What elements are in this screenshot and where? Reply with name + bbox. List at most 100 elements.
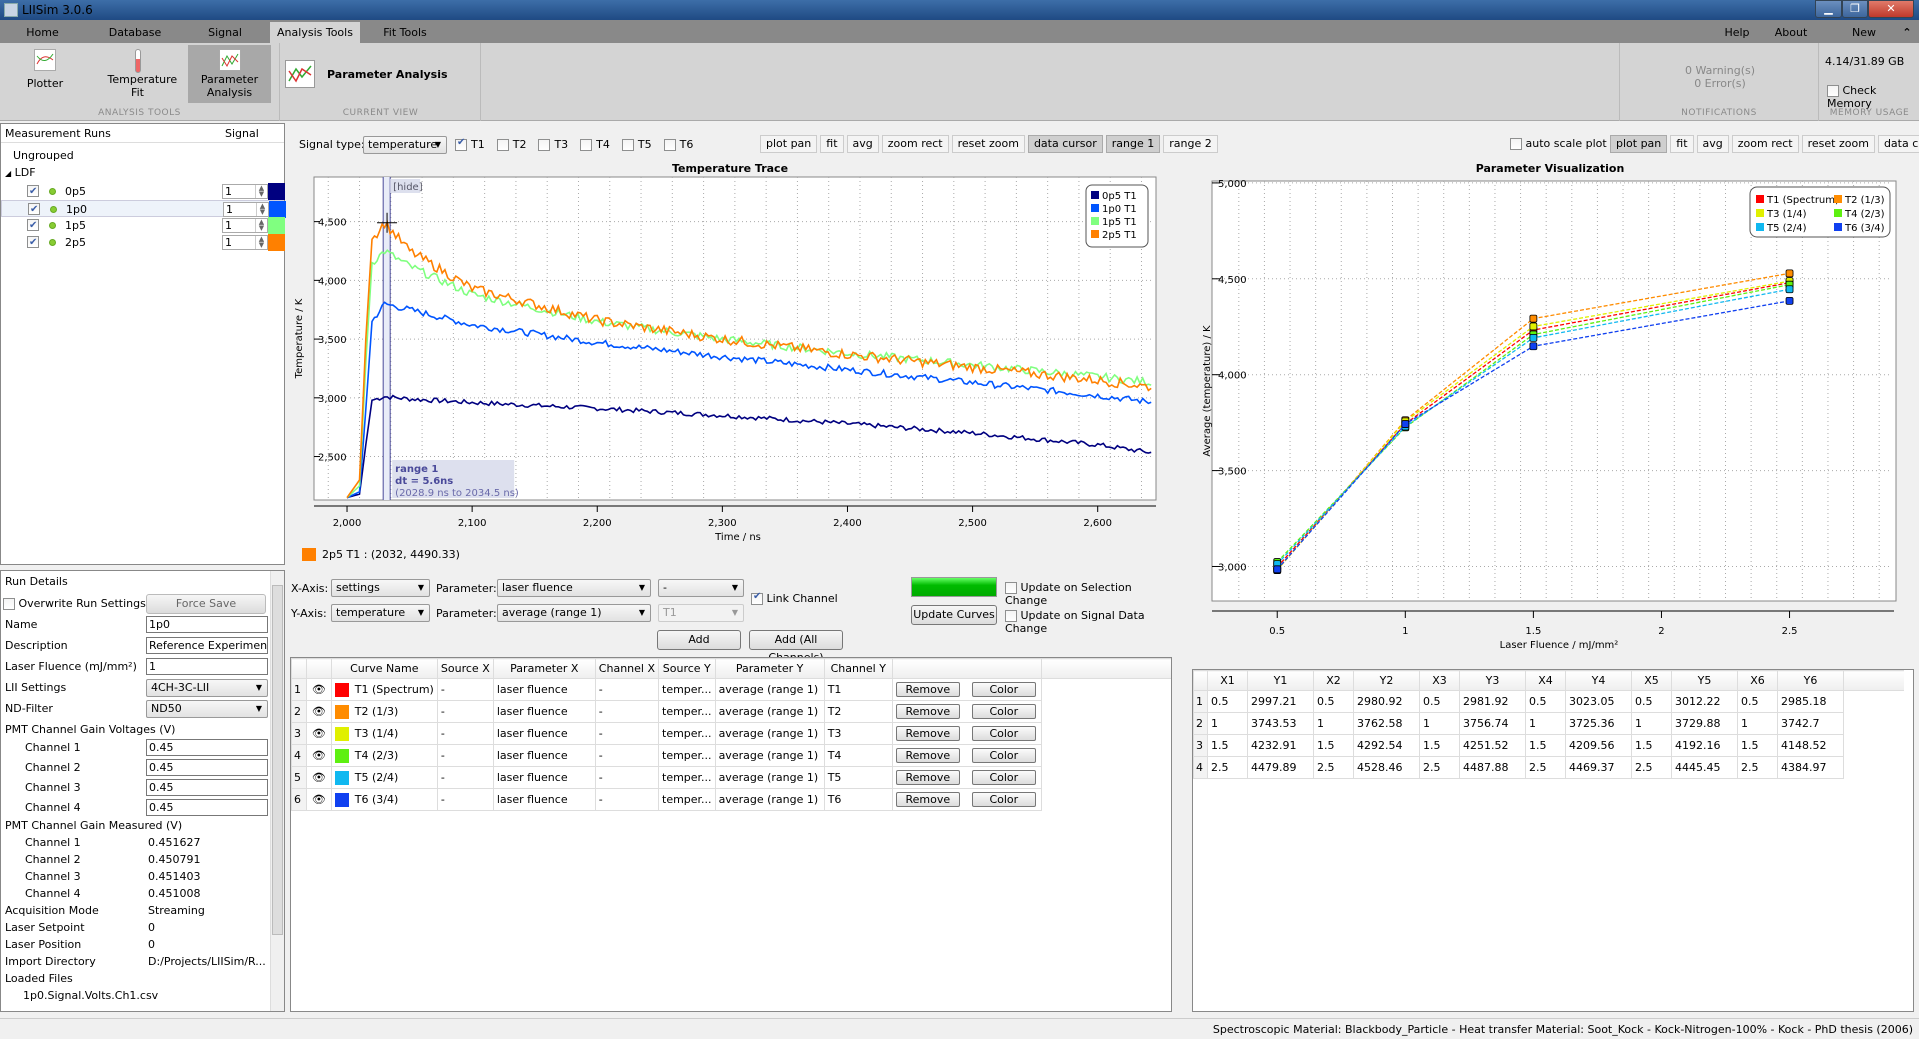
signal-spinbox[interactable]: 1 ▲ ▼ [222, 184, 268, 199]
tool-range-2-button[interactable]: range 2 [1163, 135, 1218, 153]
curve-row[interactable]: 5 👁 T5 (2/4) - laser fluence - temper... averag… [291, 766, 1171, 789]
curve-name-cell[interactable]: T2 (1/3) [330, 700, 438, 723]
data-cell[interactable]: 4445.45 [1671, 756, 1738, 779]
spin-arrows-icon[interactable]: ▲ ▼ [255, 219, 267, 232]
data-cell[interactable]: 4232.91 [1247, 734, 1314, 757]
check-memory-box[interactable] [1827, 85, 1839, 97]
data-cell[interactable]: 3729.88 [1671, 712, 1738, 735]
signal-spinbox[interactable]: 1 ▲ ▼ [222, 235, 268, 250]
cell-ch-y[interactable]: T2 [823, 700, 893, 723]
x-channel-select[interactable]: - [658, 579, 744, 597]
data-cell[interactable]: 0.5 [1737, 690, 1778, 713]
cell-ch-y[interactable]: T5 [823, 766, 893, 789]
tab-fit-tools[interactable]: Fit Tools [370, 22, 440, 43]
channel-checkbox-t2[interactable]: T2 [496, 138, 526, 151]
run-checkbox[interactable] [28, 201, 40, 218]
data-cell[interactable]: 4148.52 [1777, 734, 1844, 757]
cell-ch-y[interactable]: T1 [823, 678, 893, 701]
channel-checkbox-t4[interactable]: T4 [580, 138, 610, 151]
data-cell[interactable]: 1 [1631, 712, 1672, 735]
channel-checkbox-t1[interactable]: T1 [455, 137, 485, 151]
spin-arrows-icon[interactable]: ▲ ▼ [255, 185, 267, 198]
column-header[interactable]: Y4 [1565, 670, 1632, 691]
group-ldf[interactable]: ◢ LDF [5, 164, 36, 181]
cell-param-x[interactable]: laser fluence [492, 678, 596, 701]
signal-type-select[interactable]: temperature [363, 136, 447, 154]
run-row[interactable]: 1p5 1 ▲▼ [1, 217, 285, 234]
cell-param-y[interactable]: average (range 1) [714, 766, 825, 789]
about-link[interactable]: About LIISim [1758, 22, 1824, 60]
data-cell[interactable]: 4209.56 [1565, 734, 1632, 757]
plotter-button[interactable]: Plotter [10, 45, 80, 103]
curve-row[interactable]: 4 👁 T4 (2/3) - laser fluence - temper... averag… [291, 744, 1171, 767]
cell-ch-y[interactable]: T4 [823, 744, 893, 767]
data-cell[interactable]: 4292.54 [1353, 734, 1420, 757]
cell-ch-x[interactable]: - [594, 722, 660, 745]
run-checkbox[interactable] [27, 217, 39, 234]
tool-range-1-button[interactable]: range 1 [1105, 135, 1161, 153]
data-cell[interactable]: 3725.36 [1565, 712, 1632, 735]
data-cell[interactable]: 2.5 [1207, 756, 1248, 779]
column-header[interactable]: X3 [1419, 670, 1460, 691]
remove-button[interactable]: Remove [895, 682, 960, 697]
run-color-swatch[interactable] [268, 217, 285, 234]
auto-scale-box[interactable] [1510, 138, 1522, 150]
data-cell[interactable]: 2985.18 [1777, 690, 1844, 713]
color-button[interactable]: Color [971, 748, 1036, 763]
cell-src-x[interactable]: - [436, 744, 494, 767]
field-input[interactable]: Reference Experiment [146, 637, 268, 654]
add-button[interactable]: Add [657, 630, 741, 650]
data-cell[interactable]: 4192.16 [1671, 734, 1738, 757]
column-header[interactable] [891, 658, 1043, 679]
data-cell[interactable]: 1 [1737, 712, 1778, 735]
cell-src-x[interactable]: - [436, 700, 494, 723]
data-cell[interactable]: 3743.53 [1247, 712, 1314, 735]
data-row[interactable]: 1 0.5 2997.21 0.5 2980.92 0.5 2981.92 0.5 3023.0… [1193, 690, 1904, 713]
parameter-analysis-button[interactable]: Parameter Analysis [188, 45, 271, 103]
field-select[interactable]: ND50 [146, 700, 268, 718]
data-cell[interactable]: 0.5 [1631, 690, 1672, 713]
column-header[interactable] [291, 658, 307, 679]
column-header[interactable]: Y5 [1671, 670, 1738, 691]
cell-src-x[interactable]: - [436, 788, 494, 811]
curve-name-cell[interactable]: T3 (1/4) [330, 722, 438, 745]
data-cell[interactable]: 2.5 [1631, 756, 1672, 779]
auto-scale-checkbox[interactable]: auto scale plot [1510, 137, 1607, 150]
update-selection-box[interactable] [1005, 582, 1017, 594]
loaded-file[interactable]: 1p0.Signal.Volts.Ch1.csv [23, 989, 158, 1002]
color-button[interactable]: Color [971, 792, 1036, 807]
tab-home[interactable]: Home [10, 22, 75, 43]
cell-param-y[interactable]: average (range 1) [714, 744, 825, 767]
curve-name-cell[interactable]: T4 (2/3) [330, 744, 438, 767]
data-cell[interactable]: 0.5 [1207, 690, 1248, 713]
column-header[interactable]: X2 [1313, 670, 1354, 691]
color-button[interactable]: Color [971, 704, 1036, 719]
column-header[interactable]: Source Y [658, 658, 716, 679]
curve-name-cell[interactable]: T6 (3/4) [330, 788, 438, 811]
column-header[interactable] [1193, 670, 1208, 691]
remove-button[interactable]: Remove [895, 726, 960, 741]
field-input[interactable]: 1p0 [146, 616, 268, 633]
column-header[interactable]: Y6 [1777, 670, 1844, 691]
cell-ch-x[interactable]: - [594, 744, 660, 767]
data-cell[interactable]: 1 [1525, 712, 1566, 735]
data-cell[interactable]: 3012.22 [1671, 690, 1738, 713]
data-cell[interactable]: 1 [1313, 712, 1354, 735]
cell-param-y[interactable]: average (range 1) [714, 788, 825, 811]
visibility-eye-icon[interactable]: 👁 [306, 788, 332, 811]
data-cell[interactable]: 1.5 [1737, 734, 1778, 757]
run-color-swatch[interactable] [269, 201, 286, 218]
channel-checkbox-t3[interactable]: T3 [538, 138, 568, 151]
collapse-ribbon-icon[interactable]: ⌃ [1900, 22, 1914, 43]
y-axis-select[interactable]: temperature [331, 604, 430, 622]
gain-voltage-input[interactable]: 0.45 [146, 759, 268, 776]
curve-row[interactable]: 2 👁 T2 (1/3) - laser fluence - temper... averag… [291, 700, 1171, 723]
curve-name-cell[interactable]: T5 (2/4) [330, 766, 438, 789]
tool-zoom-rect-button[interactable]: zoom rect [881, 135, 949, 153]
add-all-channels-button[interactable]: Add (All Channels) [749, 630, 843, 664]
tool-data-cursor-button[interactable]: data cursor [1877, 135, 1919, 153]
tool-reset-zoom-button[interactable]: reset zoom [951, 135, 1025, 153]
tab-signal-processing[interactable]: Signal Processing [180, 22, 270, 60]
color-button[interactable]: Color [971, 682, 1036, 697]
tool-fit-button[interactable]: fit [1670, 135, 1694, 153]
